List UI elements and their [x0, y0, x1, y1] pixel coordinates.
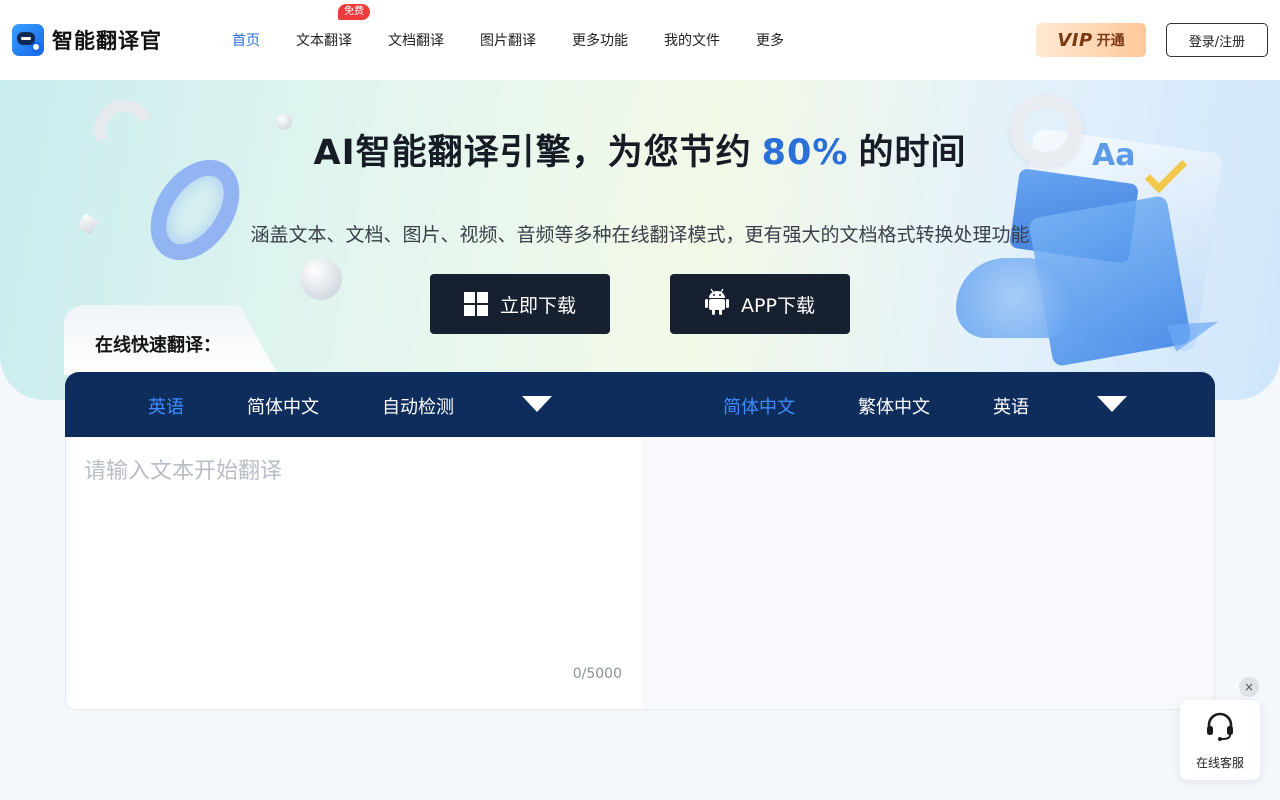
hero-title: AI智能翻译引擎，为您节约 80% 的时间: [0, 124, 1280, 175]
windows-download-button[interactable]: 立即下载: [430, 274, 610, 334]
nav-item-doc-translate[interactable]: 文档翻译: [388, 30, 444, 50]
char-counter: 0/5000: [572, 666, 622, 682]
source-lang-english[interactable]: 英语: [148, 393, 184, 419]
chat-translate-icon: [12, 24, 44, 56]
brand-logo[interactable]: 智能翻译官: [12, 24, 162, 56]
hero-title-suffix: 的时间: [858, 133, 967, 173]
app-download-label: APP下载: [741, 294, 815, 317]
top-header: 智能翻译官 首页 文本翻译 免费 文档翻译 图片翻译 更多功能 我的文件 更多 …: [0, 0, 1280, 80]
brand-name: 智能翻译官: [52, 29, 162, 53]
nav-item-more[interactable]: 更多: [756, 30, 784, 50]
hero-subtitle: 涵盖文本、文档、图片、视频、音频等多种在线翻译模式，更有强大的文档格式转换处理功…: [250, 224, 1030, 246]
android-icon: [705, 288, 730, 321]
nav-item-label: 文本翻译: [296, 33, 352, 49]
vip-mark: VIP: [1057, 29, 1093, 51]
nav-item-text-translate[interactable]: 文本翻译 免费: [296, 4, 370, 50]
target-lang-english[interactable]: 英语: [993, 393, 1029, 419]
decorative-sphere: [300, 258, 342, 300]
cloud-lightning-icon: [956, 258, 1076, 338]
hero-title-highlight: 80%: [761, 133, 849, 173]
source-lang-simplified-chinese[interactable]: 简体中文: [247, 393, 319, 419]
translate-panels: 0/5000: [65, 437, 1215, 710]
login-register-button[interactable]: 登录/注册: [1166, 23, 1268, 57]
support-close-button[interactable]: ×: [1239, 677, 1259, 697]
nav-item-home[interactable]: 首页: [232, 30, 260, 50]
source-lang-auto-detect[interactable]: 自动检测: [382, 393, 454, 419]
nav-item-my-files[interactable]: 我的文件: [664, 30, 720, 50]
support-label: 在线客服: [1195, 755, 1244, 770]
target-lang-simplified-chinese[interactable]: 简体中文: [723, 393, 795, 419]
app-download-button[interactable]: APP下载: [670, 274, 850, 334]
windows-download-label: 立即下载: [499, 294, 576, 317]
source-panel: 0/5000: [66, 437, 642, 709]
target-lang-traditional-chinese[interactable]: 繁体中文: [858, 393, 930, 419]
headset-icon: [1204, 710, 1236, 746]
nav-item-image-translate[interactable]: 图片翻译: [480, 30, 536, 50]
quick-translate-label: 在线快速翻译：: [95, 335, 221, 356]
vip-open-button[interactable]: VIP 开通: [1036, 23, 1146, 57]
windows-icon: [463, 292, 488, 316]
main-nav: 首页 文本翻译 免费 文档翻译 图片翻译 更多功能 我的文件 更多: [232, 0, 820, 80]
nav-item-more-features[interactable]: 更多功能: [572, 30, 628, 50]
target-lang-dropdown-icon[interactable]: [1097, 396, 1127, 412]
free-badge: 免费: [338, 4, 370, 20]
language-bar: 英语 简体中文 自动检测 简体中文 繁体中文 英语: [65, 372, 1215, 437]
hero-title-prefix: AI智能翻译引擎，为您节约: [313, 133, 752, 173]
online-support-widget[interactable]: 在线客服: [1180, 700, 1260, 780]
vip-label: 开通: [1096, 33, 1125, 49]
result-panel: [642, 437, 1214, 709]
source-lang-dropdown-icon[interactable]: [522, 396, 552, 412]
source-text-input[interactable]: [84, 453, 624, 653]
